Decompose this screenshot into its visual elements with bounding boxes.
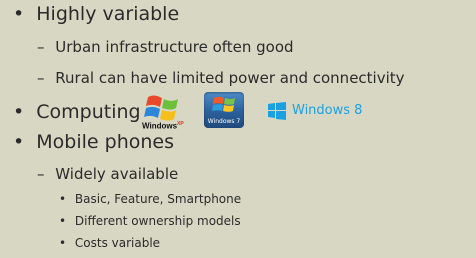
bullet-text: Rural can have limited power and connect… [55, 69, 405, 87]
bullet-marker: • [59, 236, 67, 250]
windows-8-label: Windows 8 [292, 103, 363, 118]
subsubbullet-costs: • Costs variable [59, 237, 160, 249]
windows-7-caption: Windows 7 [207, 118, 241, 125]
bullet-text: Computing [36, 101, 141, 123]
bullet-text: Urban infrastructure often good [55, 38, 294, 56]
windows-xp-flag-icon [144, 95, 178, 121]
dash-marker: – [37, 69, 45, 87]
subsubbullet-basic: • Basic, Feature, Smartphone [59, 193, 241, 205]
bullet-mobile-phones: • Mobile phones [13, 133, 174, 152]
dash-marker: – [37, 38, 45, 56]
bullet-marker: • [59, 192, 67, 206]
bullet-text: Different ownership models [74, 214, 241, 228]
bullet-text: Costs variable [74, 236, 161, 250]
subbullet-widely-available: – Widely available [37, 167, 178, 182]
bullet-computing: • Computing [13, 103, 141, 122]
bullet-text: Widely available [55, 165, 179, 183]
windows-xp-logo: WindowsXP [142, 93, 186, 131]
subsubbullet-ownership: • Different ownership models [59, 215, 241, 227]
bullet-marker: • [13, 101, 25, 123]
dash-marker: – [37, 165, 45, 183]
windows-8-logo: Windows 8 [268, 102, 372, 120]
windows-7-flag-icon [212, 96, 235, 112]
slide: • Highly variable – Urban infrastructure… [0, 0, 476, 258]
windows-xp-sup: XP [177, 121, 184, 128]
subbullet-rural: – Rural can have limited power and conne… [37, 71, 405, 86]
windows-xp-caption: WindowsXP [142, 121, 184, 131]
bullet-marker: • [59, 214, 67, 228]
bullet-text: Basic, Feature, Smartphone [74, 192, 242, 206]
bullet-highly-variable: • Highly variable [13, 5, 179, 24]
bullet-text: Mobile phones [36, 131, 174, 153]
bullet-text: Highly variable [36, 3, 180, 25]
windows-xp-label: Windows [142, 122, 178, 131]
bullet-marker: • [13, 3, 25, 25]
bullet-marker: • [13, 131, 25, 153]
subbullet-urban: – Urban infrastructure often good [37, 40, 294, 55]
windows-7-logo: Windows 7 [204, 92, 244, 128]
windows-8-icon [268, 102, 286, 120]
